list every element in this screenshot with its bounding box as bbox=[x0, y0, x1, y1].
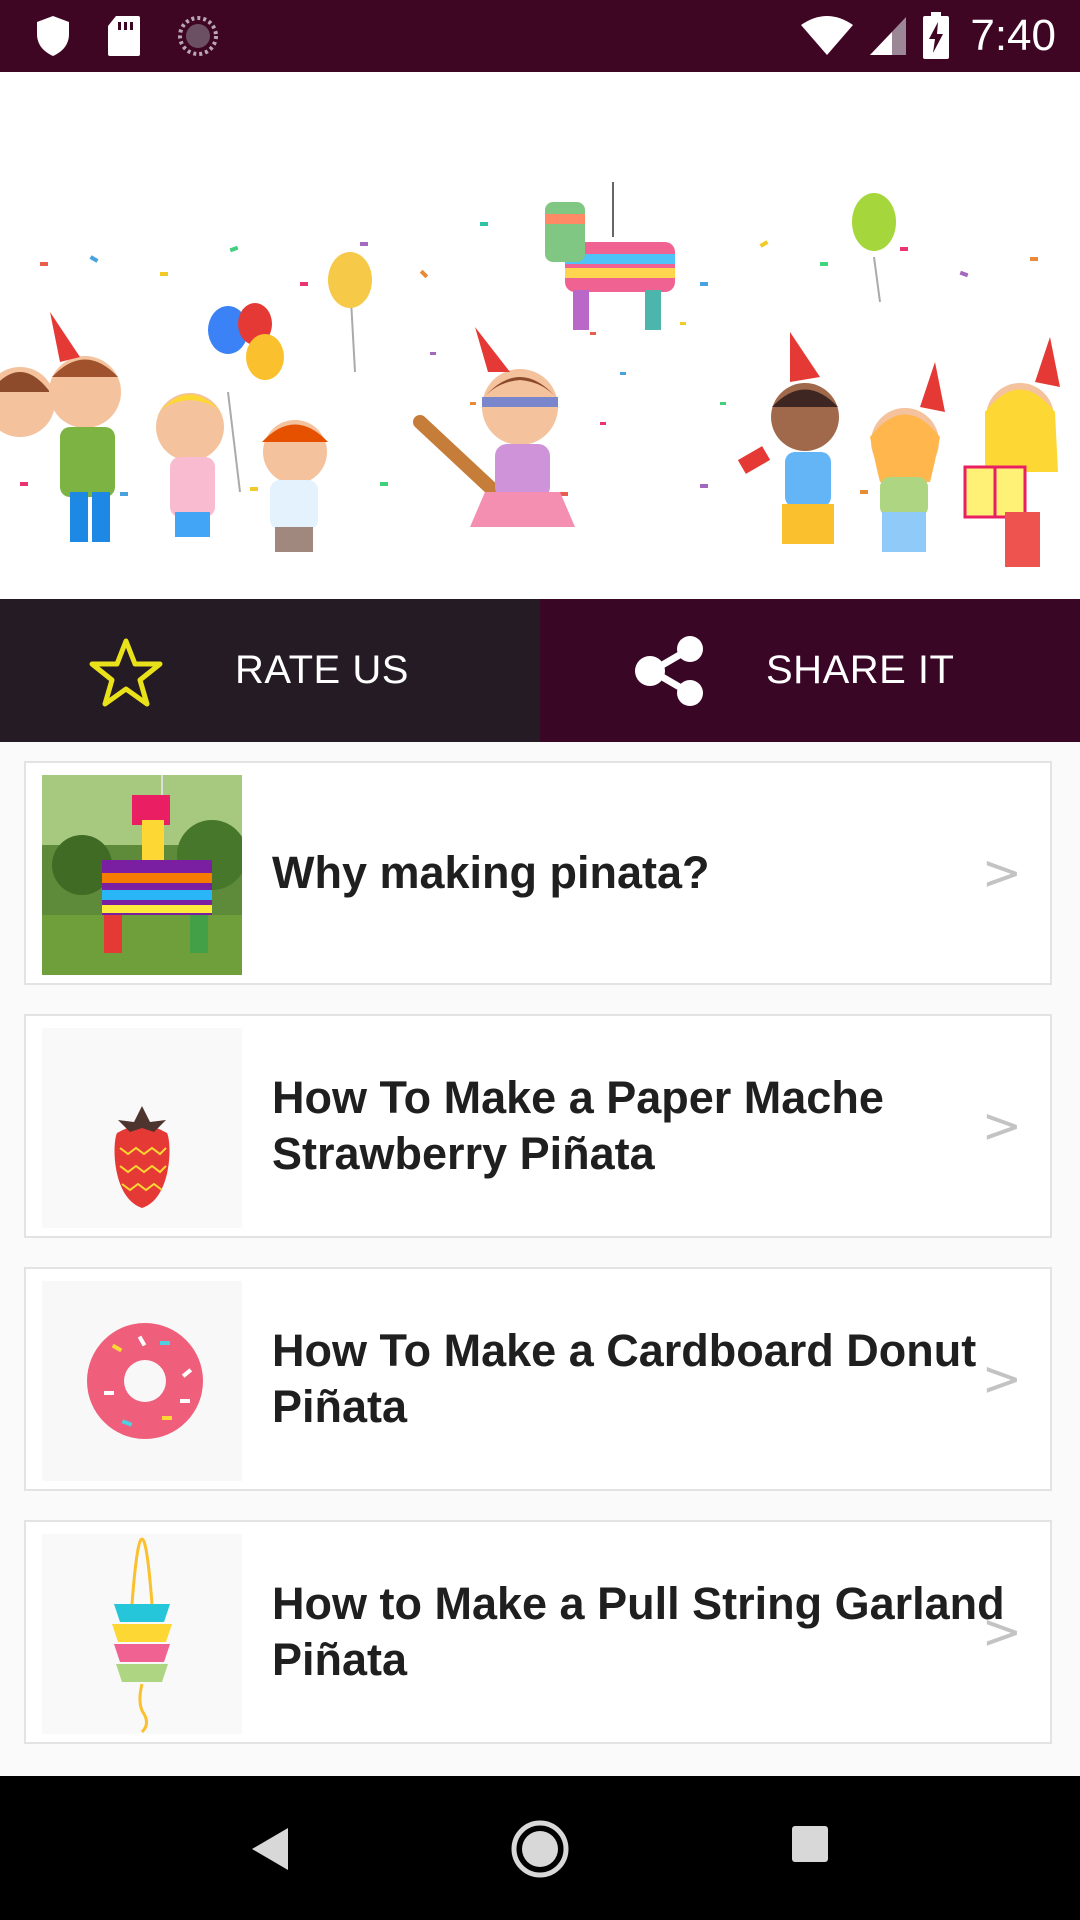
battery-charging-icon bbox=[923, 12, 950, 59]
donkey-pinata-thumbnail bbox=[42, 775, 242, 975]
list-item[interactable]: How To Make a Paper Mache Strawberry Piñ… bbox=[24, 1014, 1052, 1238]
list-item-title: How to Make a Pull String Garland Piñata bbox=[272, 1578, 1005, 1685]
children bbox=[0, 312, 1060, 567]
list-item[interactable]: How to Make a Pull String Garland Piñata… bbox=[24, 1520, 1052, 1744]
donkey-pinata bbox=[545, 182, 675, 330]
share-icon bbox=[635, 636, 703, 706]
chevron-right-icon: > bbox=[981, 1098, 1022, 1154]
header-banner bbox=[0, 72, 1080, 599]
chevron-right-icon: > bbox=[981, 1604, 1022, 1660]
article-list: Why making pinata? > How To Make a Paper… bbox=[0, 742, 1080, 1776]
donut-thumbnail bbox=[42, 1281, 242, 1481]
recents-icon[interactable] bbox=[790, 1824, 830, 1864]
cell-signal-icon bbox=[870, 17, 907, 55]
star-icon bbox=[89, 638, 163, 707]
navigation-bar bbox=[0, 1776, 1080, 1920]
action-bar: RATE US SHARE IT bbox=[0, 599, 1080, 742]
list-item[interactable]: How To Make a Cardboard Donut Piñata > bbox=[24, 1267, 1052, 1491]
list-item-title: How To Make a Cardboard Donut Piñata bbox=[272, 1325, 977, 1432]
garland-pinata-thumbnail bbox=[42, 1534, 242, 1734]
list-item-title: Why making pinata? bbox=[272, 847, 710, 898]
list-item-title: How To Make a Paper Mache Strawberry Piñ… bbox=[272, 1072, 884, 1179]
clock-time: 7:40 bbox=[970, 11, 1056, 60]
loading-circle-icon bbox=[178, 16, 218, 56]
chevron-right-icon: > bbox=[981, 1351, 1022, 1407]
wifi-icon bbox=[801, 16, 854, 55]
strawberry-thumbnail bbox=[42, 1028, 242, 1228]
back-icon[interactable] bbox=[248, 1816, 290, 1882]
status-bar: 7:40 bbox=[0, 0, 1080, 72]
share-it-button[interactable]: SHARE IT bbox=[540, 599, 1080, 742]
rate-us-button[interactable]: RATE US bbox=[0, 599, 540, 742]
home-icon[interactable] bbox=[510, 1814, 570, 1884]
sd-card-icon bbox=[108, 16, 140, 56]
rate-us-label: RATE US bbox=[235, 648, 409, 692]
party-illustration bbox=[0, 182, 1060, 567]
shield-icon bbox=[37, 16, 69, 56]
chevron-right-icon: > bbox=[981, 845, 1022, 901]
share-it-label: SHARE IT bbox=[766, 648, 955, 692]
list-item[interactable]: Why making pinata? > bbox=[24, 761, 1052, 985]
